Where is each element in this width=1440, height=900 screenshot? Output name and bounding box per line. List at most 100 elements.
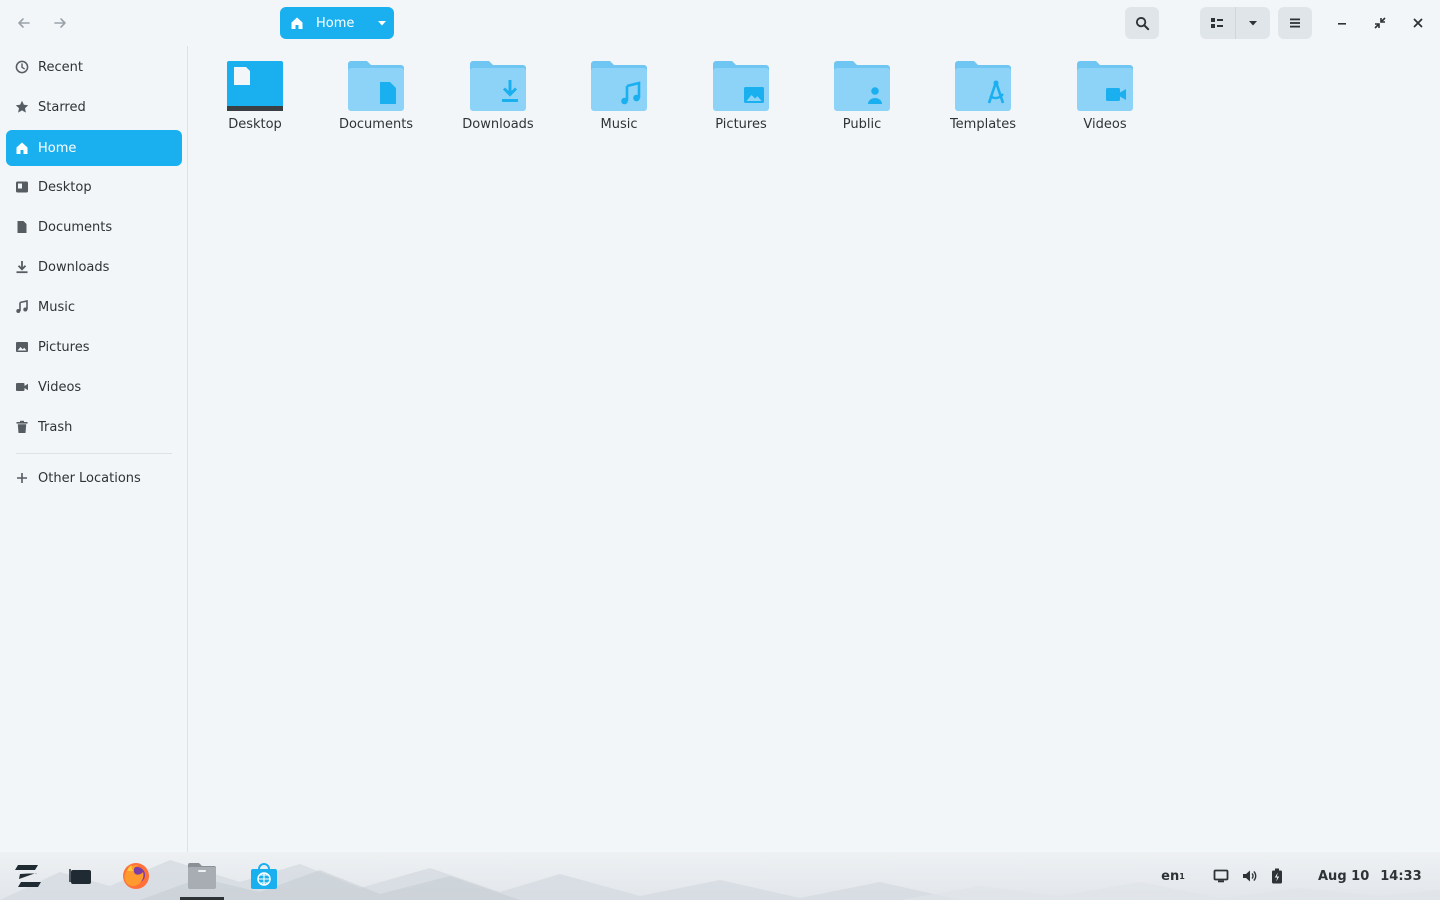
restore-icon <box>1374 17 1386 29</box>
file-item-label: Music <box>600 117 638 132</box>
desktop-folder-icon <box>227 61 283 111</box>
file-item-downloads[interactable]: Downloads <box>443 60 553 140</box>
display-icon <box>1213 869 1229 883</box>
path-bar: Home <box>280 7 394 39</box>
file-item-label: Documents <box>338 117 414 132</box>
sidebar: Recent Starred Home Desktop Documents Do… <box>0 46 188 852</box>
tray-display-button[interactable] <box>1210 852 1232 900</box>
time-label: 14:33 <box>1380 868 1422 884</box>
list-view-icon <box>1211 18 1224 28</box>
date-label: Aug 10 <box>1318 868 1370 884</box>
zorin-logo-icon <box>15 865 41 887</box>
pictures-folder-icon <box>713 61 769 111</box>
forward-button[interactable] <box>45 8 75 38</box>
desktop-icon <box>15 180 29 194</box>
path-home-label: Home <box>316 15 355 31</box>
file-item-label: Pictures <box>715 117 767 132</box>
close-icon <box>1413 18 1423 28</box>
tray-battery-button[interactable] <box>1266 852 1288 900</box>
file-item-label: Downloads <box>462 117 534 132</box>
document-icon <box>15 220 29 234</box>
sidebar-item-label: Other Locations <box>38 470 141 486</box>
download-icon <box>15 260 29 274</box>
video-icon <box>15 380 29 394</box>
taskbar-software-store[interactable] <box>240 852 288 900</box>
restore-button[interactable] <box>1365 8 1395 38</box>
file-item-label: Desktop <box>228 117 282 132</box>
sidebar-item-label: Documents <box>38 219 113 235</box>
sidebar-item-label: Home <box>38 140 77 156</box>
taskbar-firefox[interactable] <box>112 852 160 900</box>
sidebar-item-trash[interactable]: Trash <box>6 409 182 445</box>
close-button[interactable] <box>1403 8 1433 38</box>
sidebar-item-starred[interactable]: Starred <box>6 89 182 125</box>
home-icon <box>291 17 303 29</box>
music-icon <box>15 300 29 314</box>
view-toggle-button[interactable] <box>1200 7 1235 39</box>
search-button[interactable] <box>1125 7 1159 39</box>
sidebar-item-other-locations[interactable]: Other Locations <box>6 460 182 496</box>
star-icon <box>15 100 29 114</box>
file-item-public[interactable]: Public <box>807 60 917 140</box>
plus-icon <box>15 471 29 485</box>
minimize-icon <box>1338 23 1346 25</box>
main-menu-button[interactable] <box>1278 7 1312 39</box>
back-button[interactable] <box>9 8 39 38</box>
battery-charging-icon <box>1272 868 1282 884</box>
home-icon <box>15 141 29 155</box>
search-icon <box>1135 16 1149 30</box>
file-item-label: Templates <box>949 117 1017 132</box>
file-item-videos[interactable]: Videos <box>1050 60 1160 140</box>
file-item-templates[interactable]: Templates <box>928 60 1038 140</box>
sidebar-item-label: Pictures <box>38 339 90 355</box>
sidebar-item-label: Downloads <box>38 259 110 275</box>
sidebar-item-downloads[interactable]: Downloads <box>6 249 182 285</box>
taskbar-workspaces[interactable] <box>57 852 105 900</box>
sidebar-item-desktop[interactable]: Desktop <box>6 169 182 205</box>
firefox-icon <box>123 863 149 889</box>
picture-icon <box>15 340 29 354</box>
volume-icon <box>1243 870 1257 882</box>
public-folder-icon <box>834 61 890 111</box>
sidebar-item-recent[interactable]: Recent <box>6 49 182 85</box>
tray-volume-button[interactable] <box>1238 852 1260 900</box>
keyboard-layout-indicator[interactable]: en 1 <box>1158 852 1188 900</box>
videos-folder-icon <box>1077 61 1133 111</box>
file-item-documents[interactable]: Documents <box>321 60 431 140</box>
sidebar-item-pictures[interactable]: Pictures <box>6 329 182 365</box>
path-dropdown-button[interactable] <box>370 7 394 39</box>
caret-down-icon <box>1248 21 1257 26</box>
clock-button[interactable]: Aug 10 14:33 <box>1318 852 1428 900</box>
sidebar-item-home[interactable]: Home <box>6 130 182 166</box>
arrow-left-icon <box>18 18 30 28</box>
sidebar-item-documents[interactable]: Documents <box>6 209 182 245</box>
taskbar-files[interactable] <box>178 852 226 900</box>
templates-folder-icon <box>955 61 1011 111</box>
file-item-desktop[interactable]: Desktop <box>200 60 310 140</box>
sidebar-item-label: Videos <box>38 379 82 395</box>
software-store-icon <box>251 863 277 889</box>
sidebar-item-videos[interactable]: Videos <box>6 369 182 405</box>
minimize-button[interactable] <box>1327 8 1357 38</box>
file-item-music[interactable]: Music <box>564 60 674 140</box>
taskbar-zorin-menu[interactable] <box>4 852 52 900</box>
workspaces-icon <box>69 869 91 884</box>
trash-icon <box>15 420 29 434</box>
file-view[interactable]: Desktop Documents Downloads Music Pictur… <box>189 46 1440 852</box>
header-bar: Home <box>0 0 1440 46</box>
music-folder-icon <box>591 61 647 111</box>
path-home-button[interactable]: Home <box>280 7 370 39</box>
arrow-right-icon <box>54 18 66 28</box>
view-options-button[interactable] <box>1235 7 1270 39</box>
sidebar-item-music[interactable]: Music <box>6 289 182 325</box>
sidebar-item-label: Music <box>38 299 75 315</box>
file-item-label: Videos <box>1083 117 1127 132</box>
caret-down-icon <box>378 21 386 26</box>
hamburger-menu-icon <box>1290 18 1300 28</box>
downloads-folder-icon <box>470 61 526 111</box>
sidebar-item-label: Recent <box>38 59 83 75</box>
sidebar-item-label: Starred <box>38 99 86 115</box>
documents-folder-icon <box>348 61 404 111</box>
view-controls <box>1200 7 1270 39</box>
file-item-pictures[interactable]: Pictures <box>686 60 796 140</box>
